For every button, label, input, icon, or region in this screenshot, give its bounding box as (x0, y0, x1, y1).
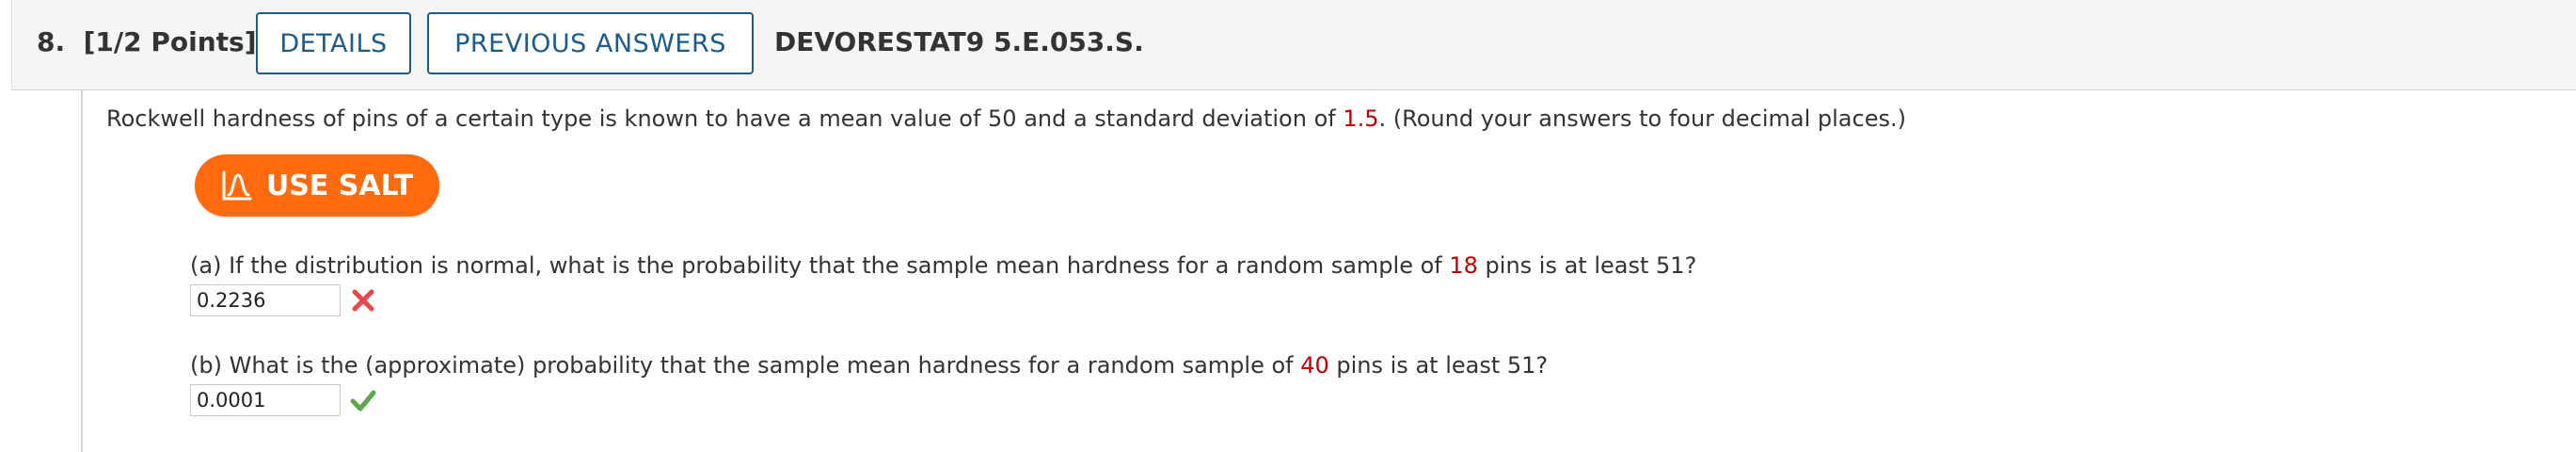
use-salt-button[interactable]: USE SALT (195, 154, 439, 217)
question-text: Rockwell hardness of pins of a certain t… (106, 105, 1906, 132)
points-label: [1/2 Points] (83, 26, 257, 57)
question-text-after: . (Round your answers to four decimal pl… (1378, 105, 1906, 132)
question-text-before: Rockwell hardness of pins of a certain t… (106, 105, 1344, 132)
use-salt-label: USE SALT (265, 169, 414, 202)
check-mark-icon (350, 390, 376, 412)
part-b-text-before: (b) What is the (approximate) probabilit… (190, 352, 1301, 379)
part-a-answer-field[interactable] (190, 284, 341, 316)
std-dev-value: 1.5 (1343, 105, 1379, 132)
part-b-question: (b) What is the (approximate) probabilit… (190, 352, 1548, 379)
problem-code: DEVORESTAT9 5.E.053.S. (774, 26, 1144, 57)
question-body-divider (81, 90, 83, 452)
x-mark-icon (352, 289, 374, 312)
part-b-sample-size: 40 (1300, 352, 1329, 379)
previous-answers-button[interactable]: PREVIOUS ANSWERS (427, 12, 754, 74)
part-b-text-after: pins is at least 51? (1328, 352, 1549, 379)
part-a-question: (a) If the distribution is normal, what … (190, 252, 1696, 279)
question-number-points: 8. [1/2 Points] (37, 26, 257, 57)
question-number: 8. (37, 26, 66, 57)
question-header: 8. [1/2 Points] DETAILS PREVIOUS ANSWERS… (11, 0, 2576, 90)
part-a-text-after: pins is at least 51? (1477, 252, 1697, 279)
part-a-text-before: (a) If the distribution is normal, what … (190, 252, 1450, 279)
salt-icon (222, 170, 252, 201)
details-button[interactable]: DETAILS (256, 12, 411, 74)
part-b-answer-field[interactable] (190, 384, 341, 416)
part-a-sample-size: 18 (1449, 252, 1478, 279)
